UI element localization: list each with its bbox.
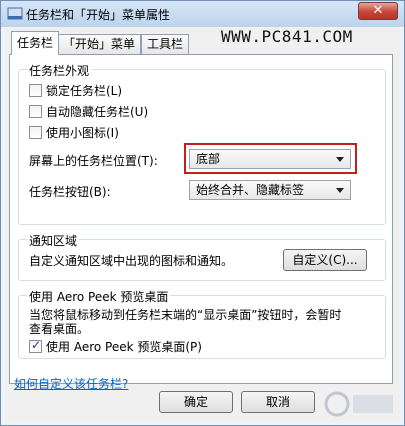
aero-peek-option[interactable]: 使用 Aero Peek 预览桌面(P) [29, 338, 202, 354]
lock-taskbar-checkbox[interactable] [29, 84, 42, 97]
lock-taskbar-label: 锁定任务栏(L) [46, 84, 123, 98]
position-label: 屏幕上的任务栏位置(T): [29, 154, 158, 168]
buttons-label: 任务栏按钮(B): [29, 185, 111, 199]
close-button[interactable]: ✕ [358, 2, 398, 20]
aero-peek-description-line2: 查看桌面。 [29, 322, 90, 336]
site-watermark: WWW.PC841.COM [221, 27, 353, 46]
window-title: 任务栏和「开始」菜单属性 [26, 8, 171, 22]
aero-peek-checkbox[interactable] [29, 338, 42, 353]
small-icons-label: 使用小图标(I) [46, 126, 119, 140]
buttons-select-value: 始终合并、隐藏标签 [196, 183, 305, 197]
tab-taskbar[interactable]: 任务栏 [11, 31, 60, 55]
taskbar-app-icon [7, 7, 23, 20]
site-logo-icon [324, 391, 393, 417]
aero-peek-group: 使用 Aero Peek 预览桌面 当您将鼠标移动到任务栏末端的“显示桌面”按钮… [18, 288, 386, 359]
notification-description: 自定义通知区域中出现的图标和通知。 [29, 254, 234, 268]
title-bar[interactable]: 任务栏和「开始」菜单属性 ✕ [1, 1, 404, 27]
auto-hide-checkbox[interactable] [29, 105, 42, 118]
appearance-group: 任务栏外观 锁定任务栏(L) 自动隐藏任务栏(U) 使用小图标(I) 屏幕上的任… [18, 62, 386, 225]
tab-panel: 任务栏外观 锁定任务栏(L) 自动隐藏任务栏(U) 使用小图标(I) 屏幕上的任… [9, 54, 393, 391]
dialog-client: 任务栏 「开始」菜单 工具栏 WWW.PC841.COM 任务栏外观 锁定任务栏… [5, 27, 400, 423]
aero-peek-checkbox-label: 使用 Aero Peek 预览桌面(P) [46, 340, 202, 354]
help-link[interactable]: 如何自定义该任务栏? [14, 375, 128, 392]
red-highlight-box [184, 143, 357, 174]
small-icons-option[interactable]: 使用小图标(I) [29, 124, 119, 140]
cancel-button[interactable]: 取消 [241, 391, 315, 413]
buttons-select[interactable]: 始终合并、隐藏标签 [189, 180, 351, 200]
notification-group: 通知区域 自定义通知区域中出现的图标和通知。 自定义(C)... [18, 232, 386, 281]
ok-button[interactable]: 确定 [159, 391, 233, 413]
auto-hide-label: 自动隐藏任务栏(U) [46, 105, 149, 119]
tab-start-menu[interactable]: 「开始」菜单 [57, 34, 142, 54]
appearance-group-label: 任务栏外观 [27, 62, 92, 79]
aero-peek-group-label: 使用 Aero Peek 预览桌面 [27, 288, 171, 305]
notification-group-label: 通知区域 [27, 232, 80, 249]
lock-taskbar-option[interactable]: 锁定任务栏(L) [29, 82, 122, 98]
chevron-down-icon [336, 188, 344, 193]
customize-notifications-button[interactable]: 自定义(C)... [283, 249, 367, 271]
auto-hide-option[interactable]: 自动隐藏任务栏(U) [29, 103, 148, 119]
tab-toolbars[interactable]: 工具栏 [141, 34, 190, 54]
small-icons-checkbox[interactable] [29, 126, 42, 139]
properties-window: 任务栏和「开始」菜单属性 ✕ 任务栏 「开始」菜单 工具栏 WWW.PC841.… [0, 0, 405, 426]
